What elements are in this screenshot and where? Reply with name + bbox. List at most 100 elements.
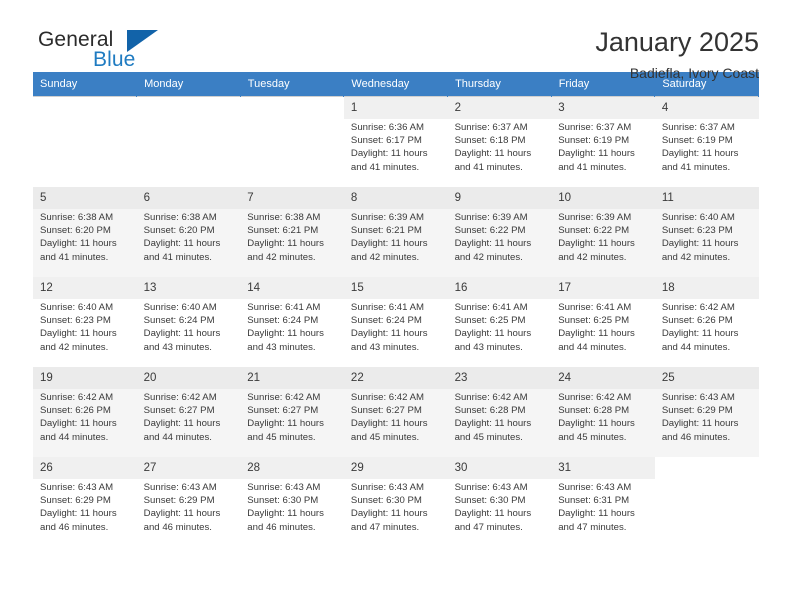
day-detail-line: and 45 minutes.	[247, 431, 316, 443]
day-detail-line: Sunrise: 6:42 AM	[558, 392, 632, 403]
day-detail-line: Sunrise: 6:43 AM	[247, 482, 321, 493]
calendar-day-cell[interactable]: 9 Sunrise: 6:39 AM Sunset: 6:22 PM Daylight…	[447, 187, 552, 277]
calendar-day-cell[interactable]: 28 Sunrise: 6:43 AM Sunset: 6:30 PM Dayligh…	[240, 457, 344, 547]
day-details	[137, 119, 241, 121]
day-number: 23	[447, 367, 552, 389]
page-header: General Blue January 2025 Badiefla, Ivor…	[33, 0, 759, 81]
day-number	[33, 97, 137, 119]
calendar-day-cell[interactable]: 14 Sunrise: 6:41 AM Sunset: 6:24 PM Dayligh…	[240, 277, 344, 367]
day-detail-line: Sunset: 6:26 PM	[40, 405, 111, 417]
day-details: Sunrise: 6:37 AM Sunset: 6:18 PM Daylight:…	[448, 119, 552, 174]
calendar-day-cell[interactable]: 29 Sunrise: 6:43 AM Sunset: 6:30 PM Dayligh…	[343, 457, 448, 547]
day-detail-line: and 45 minutes.	[454, 431, 523, 443]
day-detail-line: Daylight: 11 hours	[350, 508, 428, 520]
day-detail-line: Daylight: 11 hours	[143, 328, 221, 340]
page-title: January 2025	[595, 27, 759, 57]
day-number: 24	[551, 367, 655, 389]
day-detail-line: and 42 minutes.	[40, 341, 109, 353]
calendar-day-cell[interactable]: 5 Sunrise: 6:38 AM Sunset: 6:20 PM Daylight…	[33, 187, 137, 277]
day-detail-line: Sunset: 6:27 PM	[247, 405, 319, 417]
weekday-header-tuesday: Tuesday	[240, 72, 345, 97]
calendar-day-cell[interactable]: 19 Sunrise: 6:42 AM Sunset: 6:26 PM Dayligh…	[33, 367, 137, 457]
day-number	[137, 97, 241, 119]
day-details: Sunrise: 6:43 AM Sunset: 6:29 PM Daylight:…	[137, 479, 241, 534]
day-detail-line: Daylight: 11 hours	[350, 148, 428, 160]
day-detail-line: Daylight: 11 hours	[454, 238, 532, 250]
calendar-day-cell[interactable]: 15 Sunrise: 6:41 AM Sunset: 6:24 PM Dayligh…	[343, 277, 448, 367]
day-detail-line: Sunset: 6:30 PM	[350, 495, 422, 507]
day-detail-line: Daylight: 11 hours	[350, 328, 428, 340]
calendar-day-cell[interactable]: 2 Sunrise: 6:37 AM Sunset: 6:18 PM Daylight…	[447, 96, 552, 187]
brand-logo[interactable]: General Blue	[33, 26, 163, 78]
day-detail-line: Sunset: 6:29 PM	[40, 495, 111, 507]
calendar-day-cell[interactable]: 22 Sunrise: 6:42 AM Sunset: 6:27 PM Dayligh…	[343, 367, 448, 457]
calendar-day-cell[interactable]: 7 Sunrise: 6:38 AM Sunset: 6:21 PM Daylight…	[240, 187, 344, 277]
calendar-day-cell[interactable]: 6 Sunrise: 6:38 AM Sunset: 6:20 PM Daylight…	[136, 187, 241, 277]
day-detail-line: and 42 minutes.	[454, 251, 523, 263]
day-detail-line: Sunrise: 6:42 AM	[247, 392, 321, 403]
day-number: 28	[240, 457, 344, 479]
calendar-day-cell[interactable]: 13 Sunrise: 6:40 AM Sunset: 6:24 PM Dayligh…	[136, 277, 241, 367]
day-detail-line: and 44 minutes.	[40, 431, 109, 443]
day-detail-line: Sunrise: 6:43 AM	[40, 482, 114, 493]
calendar-page: General Blue January 2025 Badiefla, Ivor…	[0, 0, 792, 612]
calendar-day-cell[interactable]: 10 Sunrise: 6:39 AM Sunset: 6:22 PM Dayligh…	[551, 187, 655, 277]
day-detail-line: and 41 minutes.	[40, 251, 109, 263]
calendar-day-cell[interactable]: 24 Sunrise: 6:42 AM Sunset: 6:28 PM Dayligh…	[551, 367, 655, 457]
day-detail-line: Daylight: 11 hours	[454, 148, 532, 160]
day-details: Sunrise: 6:36 AM Sunset: 6:17 PM Daylight:…	[344, 119, 448, 174]
day-detail-line: Daylight: 11 hours	[247, 238, 324, 250]
calendar-week-row: 26 Sunrise: 6:43 AM Sunset: 6:29 PM Dayligh…	[33, 457, 759, 547]
calendar-day-cell[interactable]: 23 Sunrise: 6:42 AM Sunset: 6:28 PM Dayligh…	[447, 367, 552, 457]
day-number: 29	[343, 457, 448, 479]
calendar-day-cell[interactable]: 3 Sunrise: 6:37 AM Sunset: 6:19 PM Daylight…	[551, 96, 655, 187]
day-detail-line: Sunset: 6:24 PM	[247, 315, 319, 327]
day-detail-line: Daylight: 11 hours	[558, 418, 635, 430]
day-detail-line: and 42 minutes.	[247, 251, 316, 263]
day-detail-line: Sunrise: 6:38 AM	[40, 212, 114, 223]
day-number: 21	[240, 367, 344, 389]
calendar-day-cell[interactable]: 1 Sunrise: 6:36 AM Sunset: 6:17 PM Daylight…	[343, 96, 448, 187]
calendar-day-cell[interactable]: 26 Sunrise: 6:43 AM Sunset: 6:29 PM Dayligh…	[33, 457, 137, 547]
day-number: 17	[551, 277, 655, 299]
day-number: 13	[136, 277, 241, 299]
calendar-day-cell[interactable]: 11 Sunrise: 6:40 AM Sunset: 6:23 PM Dayligh…	[654, 187, 759, 277]
day-detail-line: Daylight: 11 hours	[558, 238, 635, 250]
calendar-day-cell[interactable]: 25 Sunrise: 6:43 AM Sunset: 6:29 PM Dayligh…	[654, 367, 759, 457]
calendar-day-cell[interactable]: 12 Sunrise: 6:40 AM Sunset: 6:23 PM Dayligh…	[33, 277, 137, 367]
day-number: 5	[33, 187, 137, 209]
day-detail-line: Sunrise: 6:42 AM	[40, 392, 114, 403]
day-detail-line: Sunset: 6:20 PM	[40, 225, 111, 237]
calendar-body: 1 Sunrise: 6:36 AM Sunset: 6:17 PM Daylight…	[33, 96, 759, 547]
calendar-day-cell[interactable]: 31 Sunrise: 6:43 AM Sunset: 6:31 PM Dayligh…	[551, 457, 655, 547]
calendar-day-cell[interactable]: 16 Sunrise: 6:41 AM Sunset: 6:25 PM Dayligh…	[447, 277, 552, 367]
day-number: 7	[240, 187, 344, 209]
day-detail-line: Sunrise: 6:43 AM	[350, 482, 424, 493]
calendar-cell-empty	[654, 457, 759, 547]
day-detail-line: Sunrise: 6:39 AM	[454, 212, 528, 223]
calendar-week-row: 1 Sunrise: 6:36 AM Sunset: 6:17 PM Daylight…	[33, 96, 759, 187]
calendar-day-cell[interactable]: 27 Sunrise: 6:43 AM Sunset: 6:29 PM Dayligh…	[136, 457, 241, 547]
day-details: Sunrise: 6:43 AM Sunset: 6:31 PM Daylight:…	[551, 479, 655, 534]
day-detail-line: Sunset: 6:22 PM	[558, 225, 630, 237]
day-details: Sunrise: 6:43 AM Sunset: 6:30 PM Daylight:…	[448, 479, 552, 534]
day-details: Sunrise: 6:42 AM Sunset: 6:26 PM Daylight:…	[655, 299, 759, 354]
day-detail-line: Sunset: 6:29 PM	[661, 405, 733, 417]
calendar-day-cell[interactable]: 30 Sunrise: 6:43 AM Sunset: 6:30 PM Dayligh…	[447, 457, 552, 547]
calendar-day-cell[interactable]: 20 Sunrise: 6:42 AM Sunset: 6:27 PM Dayligh…	[136, 367, 241, 457]
calendar-day-cell[interactable]: 18 Sunrise: 6:42 AM Sunset: 6:26 PM Dayligh…	[654, 277, 759, 367]
day-number: 20	[136, 367, 241, 389]
calendar-day-cell[interactable]: 17 Sunrise: 6:41 AM Sunset: 6:25 PM Dayligh…	[551, 277, 655, 367]
day-number: 8	[343, 187, 448, 209]
calendar-day-cell[interactable]: 21 Sunrise: 6:42 AM Sunset: 6:27 PM Dayligh…	[240, 367, 344, 457]
day-detail-line: and 46 minutes.	[143, 521, 212, 533]
day-number: 26	[33, 457, 137, 479]
calendar-cell-empty	[240, 96, 344, 187]
day-details	[33, 119, 137, 121]
day-detail-line: Daylight: 11 hours	[454, 328, 532, 340]
day-detail-line: Sunset: 6:22 PM	[454, 225, 526, 237]
day-number: 27	[136, 457, 241, 479]
day-detail-line: Sunset: 6:24 PM	[350, 315, 422, 327]
calendar-day-cell[interactable]: 8 Sunrise: 6:39 AM Sunset: 6:21 PM Daylight…	[343, 187, 448, 277]
calendar-day-cell[interactable]: 4 Sunrise: 6:37 AM Sunset: 6:19 PM Daylight…	[654, 96, 759, 187]
